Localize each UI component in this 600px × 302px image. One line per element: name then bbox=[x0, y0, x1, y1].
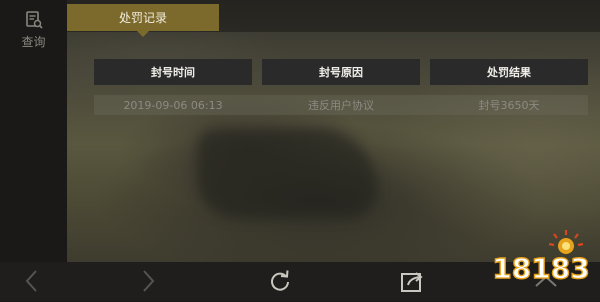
refresh-icon bbox=[271, 270, 289, 291]
column-header-penalty-result: 处罚结果 bbox=[430, 59, 588, 85]
column-header-ban-time: 封号时间 bbox=[94, 59, 252, 85]
cell-ban-reason: 违反用户协议 bbox=[308, 99, 374, 112]
share-button[interactable] bbox=[398, 268, 426, 294]
back-button[interactable] bbox=[18, 268, 46, 294]
sun-icon bbox=[548, 230, 584, 254]
watermark-logo: 18183 bbox=[486, 222, 596, 298]
sidebar-item-query[interactable]: 查询 bbox=[0, 6, 67, 56]
tab-pointer bbox=[137, 31, 149, 37]
tab-label: 处罚记录 bbox=[118, 11, 167, 25]
column-header-label: 封号原因 bbox=[319, 66, 363, 79]
svg-text:18183: 18183 bbox=[492, 252, 589, 285]
share-icon bbox=[401, 272, 423, 292]
refresh-button[interactable] bbox=[266, 268, 294, 294]
document-search-icon bbox=[24, 10, 44, 30]
cell-penalty-result: 封号3650天 bbox=[478, 99, 540, 112]
sidebar-item-label: 查询 bbox=[21, 35, 46, 49]
sidebar: 查询 bbox=[0, 0, 67, 262]
forward-button[interactable] bbox=[134, 268, 162, 294]
forward-arrow-icon bbox=[143, 270, 155, 292]
column-header-label: 封号时间 bbox=[151, 66, 195, 79]
column-header-ban-reason: 封号原因 bbox=[262, 59, 420, 85]
cell-ban-time: 2019-09-06 06:13 bbox=[123, 98, 223, 112]
column-header-label: 处罚结果 bbox=[487, 66, 531, 79]
tab-penalty-records[interactable]: 处罚记录 bbox=[67, 4, 219, 31]
background-silhouette bbox=[197, 128, 377, 218]
back-arrow-icon bbox=[25, 270, 37, 292]
